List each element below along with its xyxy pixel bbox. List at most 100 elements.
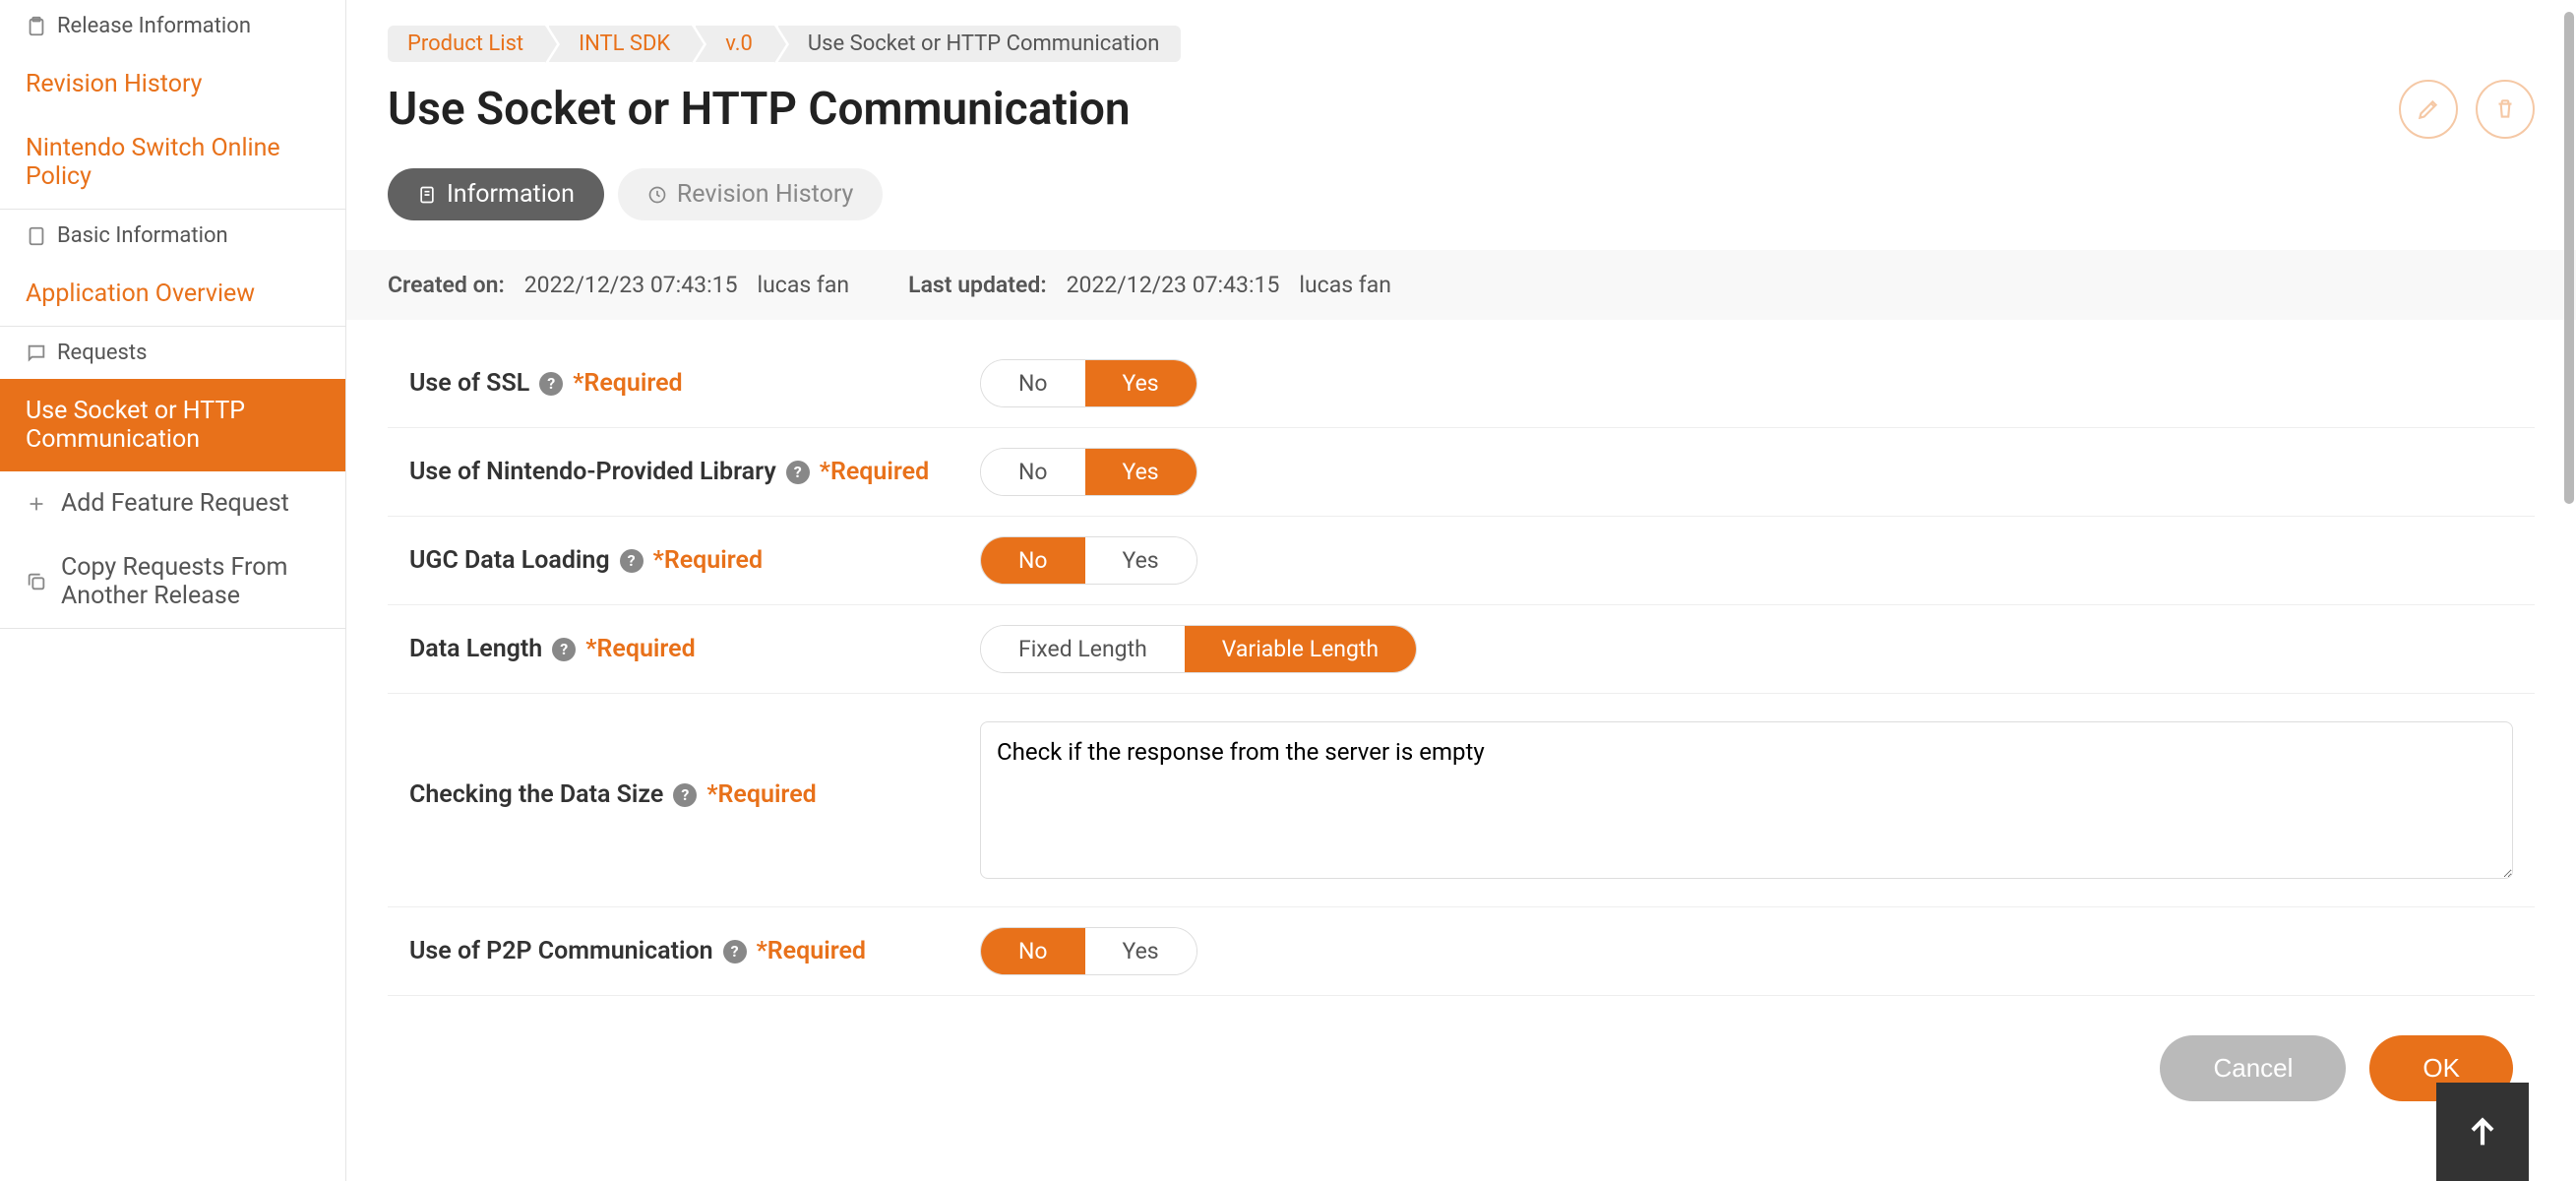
meta-updated-date: 2022/12/23 07:43:15 (1067, 272, 1280, 298)
comment-icon (26, 342, 47, 364)
tab-information[interactable]: Information (388, 168, 604, 220)
form-row-data-length: Data Length ? *Required Fixed Length Var… (388, 605, 2535, 694)
toggle-p2p-yes[interactable]: Yes (1085, 928, 1196, 974)
form-label-ssl: Use of SSL (409, 369, 529, 398)
arrow-up-icon (2463, 1112, 2502, 1151)
sidebar-item-use-socket[interactable]: Use Socket or HTTP Communication (0, 379, 345, 471)
required-label: *Required (573, 369, 682, 398)
breadcrumb-product-list[interactable]: Product List (388, 26, 545, 62)
required-label: *Required (585, 635, 695, 663)
sidebar-item-label: Add Feature Request (61, 489, 289, 518)
sidebar-header-basic: Basic Information (0, 210, 345, 262)
help-icon[interactable]: ? (539, 372, 563, 396)
scrollbar-thumb[interactable] (2564, 12, 2574, 504)
form-label-area: Data Length ? *Required (409, 635, 951, 663)
sidebar-item-copy-requests[interactable]: Copy Requests From Another Release (0, 535, 345, 628)
tabs: Information Revision History (388, 168, 2535, 220)
required-label: *Required (757, 937, 866, 965)
meta-created-label: Created on: (388, 272, 505, 298)
form-label-area: UGC Data Loading ? *Required (409, 546, 951, 575)
form-row-ssl: Use of SSL ? *Required No Yes (388, 340, 2535, 428)
plus-icon (26, 493, 47, 515)
form-label-ugc: UGC Data Loading (409, 546, 610, 575)
sidebar: Release Information Revision History Nin… (0, 0, 346, 1181)
help-icon[interactable]: ? (673, 783, 697, 807)
required-label: *Required (653, 546, 763, 575)
meta-created-date: 2022/12/23 07:43:15 (524, 272, 738, 298)
help-icon[interactable]: ? (620, 549, 644, 573)
toggle-p2p-no[interactable]: No (981, 928, 1085, 974)
clock-icon (647, 185, 667, 205)
clipboard-icon (26, 16, 47, 37)
textarea-data-size[interactable] (980, 721, 2513, 879)
toggle-library: No Yes (980, 448, 1197, 496)
document-icon (26, 225, 47, 247)
meta-updated-user: lucas fan (1299, 272, 1391, 298)
sidebar-item-add-feature[interactable]: Add Feature Request (0, 471, 345, 535)
trash-icon (2492, 96, 2518, 122)
form-row-library: Use of Nintendo-Provided Library ? *Requ… (388, 428, 2535, 517)
sidebar-section-release: Release Information Revision History Nin… (0, 0, 345, 210)
toggle-ugc-yes[interactable]: Yes (1085, 537, 1196, 584)
form-label-area: Use of P2P Communication ? *Required (409, 937, 951, 965)
breadcrumb-intl-sdk[interactable]: INTL SDK (549, 26, 692, 62)
toggle-ssl-no[interactable]: No (981, 360, 1085, 406)
toggle-p2p: No Yes (980, 927, 1197, 975)
footer-actions: Cancel OK (388, 996, 2535, 1141)
tab-label: Revision History (677, 180, 853, 209)
sidebar-item-label: Copy Requests From Another Release (61, 553, 320, 610)
toggle-ssl-yes[interactable]: Yes (1085, 360, 1196, 406)
required-label: *Required (706, 780, 816, 809)
form-label-area: Use of Nintendo-Provided Library ? *Requ… (409, 458, 951, 486)
content-area: Product List INTL SDK v.0 Use Socket or … (346, 0, 2576, 1181)
delete-button[interactable] (2476, 80, 2535, 139)
help-icon[interactable]: ? (723, 940, 747, 963)
tab-revision-history[interactable]: Revision History (618, 168, 883, 220)
toggle-library-yes[interactable]: Yes (1085, 449, 1196, 495)
sidebar-item-nso-policy[interactable]: Nintendo Switch Online Policy (0, 116, 345, 209)
form-label-data-size: Checking the Data Size (409, 780, 663, 809)
toggle-variable-length[interactable]: Variable Length (1185, 626, 1416, 672)
sidebar-header-requests: Requests (0, 327, 345, 379)
meta-updated-label: Last updated: (908, 272, 1046, 298)
breadcrumb-current: Use Socket or HTTP Communication (778, 26, 1182, 62)
breadcrumb-version[interactable]: v.0 (696, 26, 774, 62)
form-label-area: Checking the Data Size ? *Required (409, 780, 951, 809)
help-icon[interactable]: ? (552, 638, 576, 661)
tab-label: Information (447, 180, 575, 209)
meta-created: Created on: 2022/12/23 07:43:15 lucas fa… (388, 272, 849, 298)
sidebar-section-basic: Basic Information Application Overview (0, 210, 345, 327)
toggle-ugc: No Yes (980, 536, 1197, 585)
toggle-ugc-no[interactable]: No (981, 537, 1085, 584)
sidebar-item-revision-history[interactable]: Revision History (0, 52, 345, 116)
required-label: *Required (820, 458, 929, 486)
toggle-ssl: No Yes (980, 359, 1197, 407)
page-title: Use Socket or HTTP Communication (388, 83, 1131, 136)
form-row-ugc: UGC Data Loading ? *Required No Yes (388, 517, 2535, 605)
copy-icon (26, 571, 47, 592)
breadcrumb: Product List INTL SDK v.0 Use Socket or … (388, 26, 2535, 62)
sidebar-header-label: Requests (57, 341, 147, 365)
form-label-area: Use of SSL ? *Required (409, 369, 951, 398)
meta-updated: Last updated: 2022/12/23 07:43:15 lucas … (908, 272, 1391, 298)
form-label-library: Use of Nintendo-Provided Library (409, 458, 776, 486)
help-icon[interactable]: ? (786, 461, 810, 484)
toggle-library-no[interactable]: No (981, 449, 1085, 495)
pencil-icon (2416, 96, 2441, 122)
scroll-to-top-button[interactable] (2436, 1083, 2529, 1181)
form-row-data-size: Checking the Data Size ? *Required (388, 694, 2535, 907)
toggle-fixed-length[interactable]: Fixed Length (981, 626, 1185, 672)
sidebar-header-label: Release Information (57, 14, 251, 38)
sidebar-item-app-overview[interactable]: Application Overview (0, 262, 345, 326)
form-row-p2p: Use of P2P Communication ? *Required No … (388, 907, 2535, 996)
sidebar-header-release: Release Information (0, 0, 345, 52)
meta-created-user: lucas fan (758, 272, 850, 298)
form-label-data-length: Data Length (409, 635, 542, 663)
sidebar-section-requests: Requests Use Socket or HTTP Communicatio… (0, 327, 345, 629)
page-title-row: Use Socket or HTTP Communication (388, 80, 2535, 139)
cancel-button[interactable]: Cancel (2160, 1035, 2346, 1101)
edit-button[interactable] (2399, 80, 2458, 139)
scrollbar[interactable] (2562, 0, 2576, 1181)
toggle-data-length: Fixed Length Variable Length (980, 625, 1417, 673)
form-label-p2p: Use of P2P Communication (409, 937, 713, 965)
